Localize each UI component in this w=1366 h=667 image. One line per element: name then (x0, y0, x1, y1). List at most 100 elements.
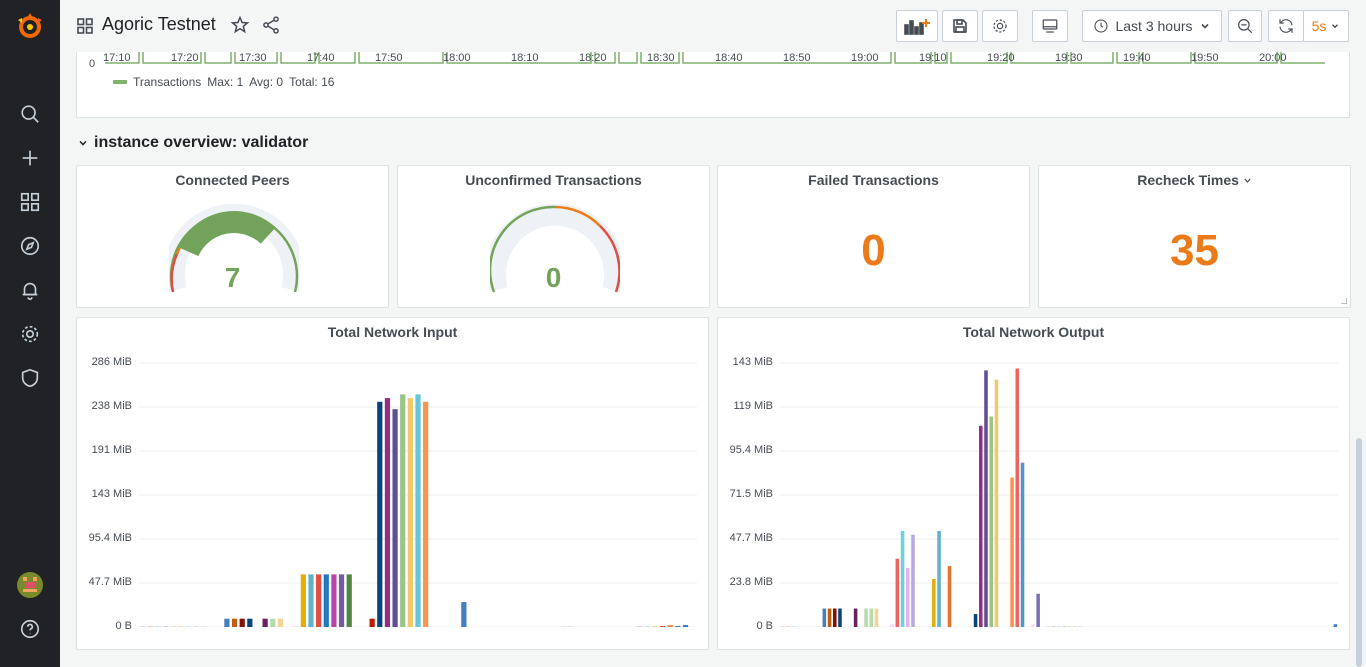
bar[interactable] (853, 608, 858, 627)
bar[interactable] (186, 626, 192, 627)
bar[interactable] (838, 608, 842, 627)
bar[interactable] (316, 574, 322, 627)
bar[interactable] (170, 626, 176, 627)
bar[interactable] (231, 618, 238, 627)
bar[interactable] (1036, 593, 1040, 627)
bar[interactable] (652, 626, 658, 627)
bar[interactable] (1333, 624, 1338, 627)
bar[interactable] (338, 574, 345, 627)
refresh-interval-picker[interactable]: 5s (1303, 10, 1349, 42)
total-network-output-panel[interactable]: Total Network Output 143 MiB 119 MiB 95.4 … (717, 317, 1350, 650)
bar[interactable] (900, 531, 905, 627)
bar[interactable] (994, 379, 999, 627)
bar[interactable] (827, 608, 832, 627)
zoom-out-button[interactable] (1228, 10, 1262, 42)
total-network-input-panel[interactable]: Total Network Input 286 MiB 238 MiB 191 Mi… (76, 317, 709, 650)
bar[interactable] (1046, 626, 1051, 627)
bar[interactable] (400, 394, 406, 627)
connected-peers-panel[interactable]: Connected Peers 7 (76, 165, 389, 308)
failed-transactions-panel[interactable]: Failed Transactions 0 (717, 165, 1030, 308)
share-icon[interactable] (261, 15, 281, 40)
bar[interactable] (300, 574, 306, 627)
timeline-legend[interactable]: Transactions Max: 1 Avg: 0 Total: 16 (113, 75, 334, 89)
bar[interactable] (247, 618, 253, 627)
bar[interactable] (201, 626, 207, 627)
bar[interactable] (864, 608, 868, 627)
bar[interactable] (660, 626, 666, 627)
bar[interactable] (270, 618, 276, 627)
bar[interactable] (1057, 626, 1061, 627)
bar[interactable] (193, 626, 199, 627)
resize-handle-icon[interactable] (1341, 298, 1347, 304)
refresh-button[interactable] (1268, 10, 1304, 42)
legend-series-name[interactable]: Transactions (133, 75, 201, 89)
user-avatar[interactable] (17, 572, 43, 598)
bar[interactable] (140, 626, 146, 627)
bar[interactable] (308, 574, 314, 627)
bar[interactable] (147, 626, 154, 627)
bar[interactable] (1052, 626, 1056, 627)
save-dashboard-button[interactable] (942, 10, 978, 42)
bar[interactable] (786, 626, 790, 627)
bar[interactable] (262, 618, 268, 627)
bar[interactable] (911, 534, 915, 627)
bar[interactable] (973, 614, 978, 627)
bar[interactable] (384, 398, 391, 627)
bar[interactable] (331, 574, 337, 627)
bar[interactable] (224, 618, 230, 627)
grafana-logo-icon[interactable] (12, 8, 48, 44)
dashboard-settings-button[interactable] (982, 10, 1018, 42)
bar[interactable] (682, 625, 689, 627)
add-panel-button[interactable] (896, 10, 938, 42)
bar[interactable] (890, 624, 894, 627)
settings-gear-icon[interactable] (18, 322, 42, 346)
bar[interactable] (1010, 477, 1014, 627)
bar[interactable] (1067, 626, 1072, 627)
bar[interactable] (178, 626, 184, 627)
bar[interactable] (377, 401, 383, 627)
bar[interactable] (822, 608, 827, 627)
bar[interactable] (937, 531, 941, 627)
bar[interactable] (989, 416, 993, 627)
bar[interactable] (932, 579, 936, 627)
bar[interactable] (415, 394, 421, 627)
bar[interactable] (984, 370, 988, 627)
bar[interactable] (277, 618, 284, 627)
recheck-times-panel[interactable]: Recheck Times 35 (1038, 165, 1351, 308)
search-icon[interactable] (18, 102, 42, 126)
bar[interactable] (423, 401, 429, 627)
bar[interactable] (461, 602, 467, 627)
help-icon[interactable] (18, 617, 42, 641)
bar[interactable] (1031, 624, 1035, 627)
bar[interactable] (1062, 626, 1066, 627)
bar[interactable] (155, 626, 161, 627)
bar[interactable] (407, 398, 413, 627)
bar[interactable] (1015, 368, 1020, 627)
bar[interactable] (644, 626, 650, 627)
bar[interactable] (1020, 462, 1025, 627)
bar[interactable] (392, 409, 398, 627)
bar[interactable] (895, 558, 900, 627)
panel-title[interactable]: Recheck Times (1039, 172, 1350, 188)
bar[interactable] (869, 608, 874, 627)
bar[interactable] (791, 626, 795, 627)
bar[interactable] (1078, 626, 1082, 627)
unconfirmed-transactions-panel[interactable]: Unconfirmed Transactions 0 (397, 165, 710, 308)
time-range-picker[interactable]: Last 3 hours (1082, 10, 1222, 42)
create-plus-icon[interactable] (18, 146, 42, 170)
bar[interactable] (568, 626, 574, 627)
bar[interactable] (293, 626, 299, 627)
alerting-bell-icon[interactable] (18, 278, 42, 302)
bar[interactable] (1072, 626, 1077, 627)
dashboard-title[interactable]: Agoric Testnet (102, 14, 216, 35)
page-scrollbar[interactable] (1356, 438, 1362, 667)
star-icon[interactable] (230, 15, 250, 40)
bar[interactable] (780, 626, 785, 627)
tv-mode-button[interactable] (1032, 10, 1068, 42)
bar[interactable] (560, 626, 566, 627)
row-header[interactable]: instance overview: validator (78, 134, 308, 152)
bar[interactable] (947, 566, 952, 627)
bar[interactable] (346, 574, 352, 627)
explore-compass-icon[interactable] (18, 234, 42, 258)
bar[interactable] (637, 626, 643, 627)
